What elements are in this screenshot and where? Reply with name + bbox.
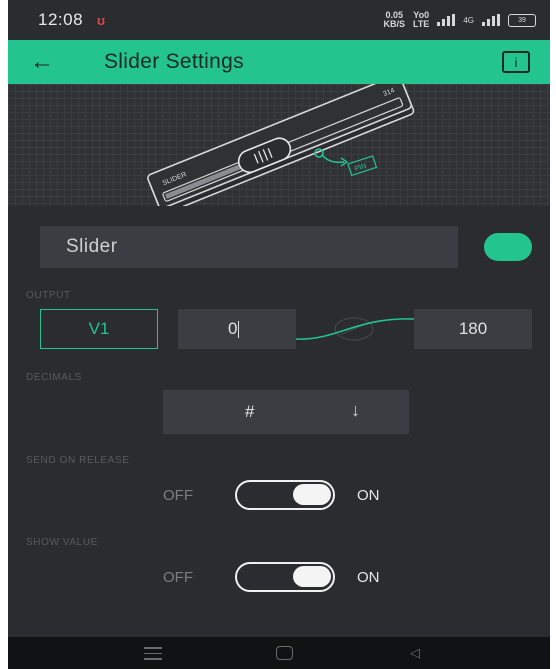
network-type: 4G: [463, 15, 474, 25]
battery-icon: 39: [508, 13, 536, 27]
cell-signal-icon: [482, 14, 500, 26]
decimals-value: #: [245, 402, 255, 421]
arrow-down-icon: ↓: [351, 400, 360, 420]
min-value-input[interactable]: 0: [178, 309, 296, 349]
menu-icon[interactable]: [144, 647, 162, 664]
text-caret: [238, 320, 240, 338]
max-value-input[interactable]: 180: [414, 309, 532, 349]
back-triangle-icon[interactable]: ◁: [410, 645, 420, 661]
min-value: 0: [228, 319, 238, 338]
show-value-label: SHOW VALUE: [26, 537, 98, 548]
app-bar: ← Slider Settings i: [8, 40, 550, 84]
widget-color-picker[interactable]: [484, 233, 532, 261]
status-bar: 12:08 ʊ 0.05 KB/S Yo0 LTE 4G 39: [8, 0, 550, 40]
page-title: Slider Settings: [104, 50, 244, 73]
send-on-release-on-label: ON: [357, 486, 380, 504]
slider-widget-illustration: SLIDER 314 PIN: [147, 84, 415, 206]
widget-preview: SLIDER 314 PIN: [8, 84, 550, 206]
net-speed-unit: KB/S: [383, 19, 405, 29]
app-screen: 12:08 ʊ 0.05 KB/S Yo0 LTE 4G 39 ← Slider…: [8, 0, 550, 669]
send-on-release-toggle[interactable]: [235, 480, 335, 510]
show-value-row: OFF ON: [163, 562, 380, 592]
battery-level: 39: [518, 16, 526, 24]
system-nav-bar: ◁: [8, 637, 550, 669]
show-value-toggle[interactable]: [235, 562, 335, 592]
volte-indicator: Yo0 LTE: [413, 11, 429, 29]
show-value-on-label: ON: [357, 568, 380, 586]
arrow-left-icon[interactable]: ←: [30, 50, 70, 74]
toggle-knob: [293, 566, 331, 587]
decimals-label: DECIMALS: [26, 372, 82, 383]
show-value-off-label: OFF: [163, 568, 193, 586]
net-speed: 0.05 KB/S: [383, 11, 405, 29]
status-time: 12:08: [38, 10, 84, 29]
send-on-release-row: OFF ON: [163, 480, 380, 510]
notification-icon: ʊ: [97, 12, 106, 28]
home-icon[interactable]: [276, 646, 293, 660]
send-on-release-label: SEND ON RELEASE: [26, 455, 130, 466]
output-label: OUTPUT: [26, 290, 71, 301]
info-button[interactable]: i: [502, 51, 530, 73]
send-on-release-off-label: OFF: [163, 486, 193, 504]
wifi-signal-icon: [437, 14, 456, 26]
widget-name-input[interactable]: Slider: [40, 226, 458, 268]
decimals-dropdown[interactable]: # ↓: [163, 390, 409, 434]
status-indicators: 0.05 KB/S Yo0 LTE 4G 39: [383, 11, 536, 29]
pin-select-button[interactable]: V1: [40, 309, 158, 349]
info-icon: i: [514, 54, 518, 70]
toggle-knob: [293, 484, 331, 505]
volte-bottom: LTE: [412, 19, 430, 29]
range-mapping-icon[interactable]: [296, 309, 414, 349]
